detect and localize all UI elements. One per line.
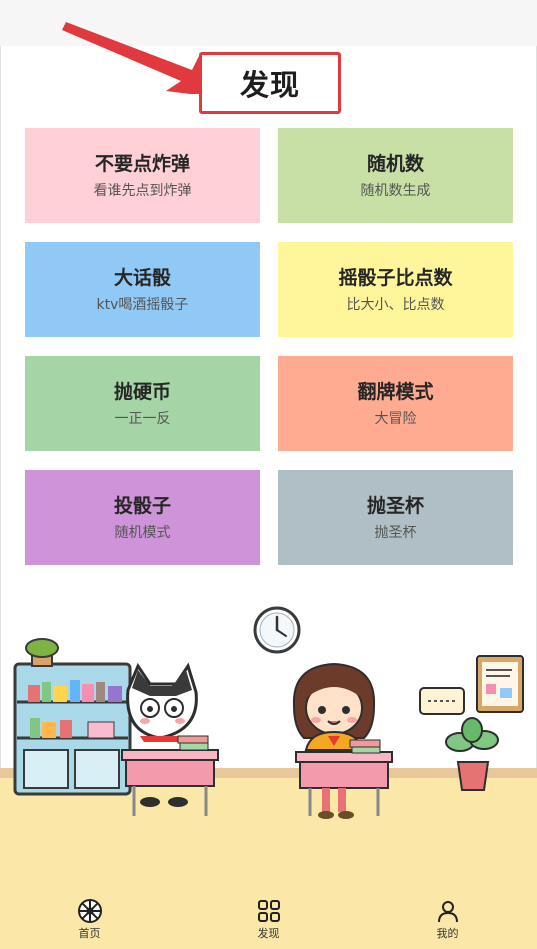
card-title: 大话骰 (113, 267, 171, 289)
girl-student-icon (292, 662, 376, 751)
tab-home-label: 首页 (78, 927, 101, 940)
grid-icon (257, 900, 280, 922)
card-subtitle: 看谁先点到炸弹 (93, 183, 192, 199)
card-subtitle: 随机数生成 (360, 183, 431, 199)
card-random-number[interactable]: 随机数 随机数生成 (278, 128, 513, 223)
card-flip-card[interactable]: 翻牌模式 大冒险 (278, 356, 513, 451)
card-title: 抛硬币 (113, 381, 171, 403)
card-subtitle: ktv喝酒摇骰子 (96, 297, 189, 313)
page-title: 发现 (199, 52, 341, 114)
card-liar-dice[interactable]: 大话骰 ktv喝酒摇骰子 (25, 242, 260, 337)
desk-right-icon (295, 739, 393, 819)
card-title: 随机数 (366, 153, 424, 175)
cat-student-icon (126, 662, 198, 742)
card-title: 翻牌模式 (357, 381, 434, 403)
card-holy-cup[interactable]: 抛圣杯 抛圣杯 (278, 470, 513, 565)
page-title-text: 发现 (239, 68, 300, 102)
aperture-icon (77, 899, 102, 923)
notice-board-icon (476, 655, 524, 713)
bottom-tab-bar: 首页 发现 我的 (0, 888, 537, 949)
card-subtitle: 随机模式 (114, 525, 171, 541)
user-icon (437, 901, 458, 923)
tab-home[interactable]: 首页 (0, 888, 179, 949)
card-dice-compare[interactable]: 摇骰子比点数 比大小、比点数 (278, 242, 513, 337)
bookshelf-icon (13, 638, 132, 796)
clock-icon (253, 606, 301, 654)
tab-discover-label: 发现 (257, 927, 280, 940)
card-title: 抛圣杯 (366, 495, 424, 517)
card-subtitle: 比大小、比点数 (346, 297, 445, 313)
tab-profile-label: 我的 (436, 927, 459, 940)
card-title: 投骰子 (113, 495, 171, 517)
card-coin-flip[interactable]: 抛硬币 一正一反 (25, 356, 260, 451)
card-subtitle: 一正一反 (114, 411, 171, 427)
card-roll-dice[interactable]: 投骰子 随机模式 (25, 470, 260, 565)
tab-profile[interactable]: 我的 (358, 888, 537, 949)
annotation-arrow-icon (62, 22, 206, 94)
wall-sign-icon (419, 687, 465, 715)
card-subtitle: 抛圣杯 (374, 525, 417, 541)
card-bomb[interactable]: 不要点炸弹 看谁先点到炸弹 (25, 128, 260, 223)
card-subtitle: 大冒险 (374, 411, 417, 427)
card-title: 摇骰子比点数 (338, 267, 453, 289)
tab-discover[interactable]: 发现 (179, 888, 358, 949)
card-title: 不要点炸弹 (94, 153, 190, 175)
